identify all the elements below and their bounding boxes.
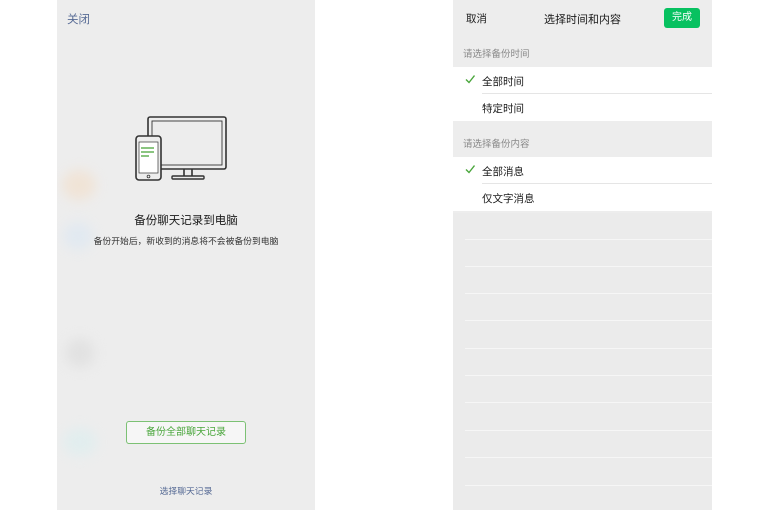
divider xyxy=(465,457,712,458)
cancel-button[interactable]: 取消 xyxy=(466,11,487,26)
content-section-header: 请选择备份内容 xyxy=(463,139,530,150)
divider xyxy=(465,266,712,267)
checkmark-icon xyxy=(465,75,475,84)
divider xyxy=(465,239,712,240)
done-button[interactable]: 完成 xyxy=(664,8,700,28)
backup-title: 备份聊天记录到电脑 xyxy=(134,213,238,227)
select-time-content-screen: 取消 选择时间和内容 完成 请选择备份时间 全部时间 特定时间 请选择备份内容 … xyxy=(453,0,712,510)
divider xyxy=(465,485,712,486)
screenshot-canvas: 关闭 备份聊天记录到电脑 备份开始后，新收到的消息将不会被备份到电脑 备份全部聊… xyxy=(0,0,772,510)
blurred-background-avatar xyxy=(62,170,96,200)
divider xyxy=(465,348,712,349)
option-text-only-messages[interactable]: 仅文字消息 xyxy=(453,184,712,211)
option-label: 特定时间 xyxy=(482,103,524,115)
nav-bar: 取消 选择时间和内容 完成 xyxy=(453,0,712,38)
divider xyxy=(465,320,712,321)
option-label: 全部消息 xyxy=(482,166,524,178)
divider xyxy=(465,430,712,431)
backup-subtitle: 备份开始后，新收到的消息将不会被备份到电脑 xyxy=(93,237,279,247)
blurred-background-avatar xyxy=(65,338,95,368)
blurred-background-avatar xyxy=(63,428,97,456)
checkmark-icon xyxy=(465,165,475,174)
option-label: 全部时间 xyxy=(482,76,524,88)
backup-to-pc-screen: 关闭 备份聊天记录到电脑 备份开始后，新收到的消息将不会被备份到电脑 备份全部聊… xyxy=(57,0,315,510)
option-all-time[interactable]: 全部时间 xyxy=(453,67,712,94)
divider xyxy=(465,375,712,376)
divider xyxy=(465,293,712,294)
option-label: 仅文字消息 xyxy=(482,193,535,205)
phone-monitor-icon xyxy=(135,116,227,181)
time-section-header: 请选择备份时间 xyxy=(463,49,530,60)
close-button[interactable]: 关闭 xyxy=(67,11,90,27)
divider xyxy=(465,402,712,403)
backup-all-records-button[interactable]: 备份全部聊天记录 xyxy=(126,421,246,444)
option-specific-time[interactable]: 特定时间 xyxy=(453,94,712,121)
select-records-link[interactable]: 选择聊天记录 xyxy=(57,484,315,497)
empty-list-area xyxy=(453,213,712,510)
option-all-messages[interactable]: 全部消息 xyxy=(453,157,712,184)
